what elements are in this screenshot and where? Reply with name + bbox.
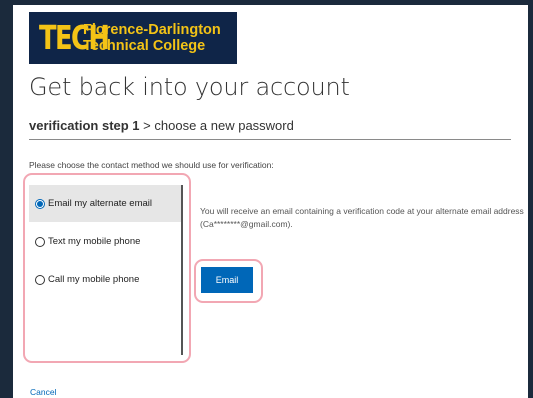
method-text-mobile[interactable]: Text my mobile phone [29,223,181,260]
step-breadcrumb: verification step 1 > choose a new passw… [29,118,294,133]
email-button[interactable]: Email [201,267,253,293]
logo-mark: TECH [39,18,110,57]
password-reset-panel: TECH Florence-Darlington Technical Colle… [13,5,528,398]
radio-unchecked-icon[interactable] [35,236,45,247]
method-label: Text my mobile phone [48,236,141,247]
college-logo: TECH Florence-Darlington Technical Colle… [29,12,237,64]
current-step: verification step 1 [29,118,140,133]
method-email-alternate[interactable]: Email my alternate email [29,185,181,222]
radio-unchecked-icon[interactable] [35,274,45,285]
page-title: Get back into your account [29,73,350,101]
radio-checked-icon[interactable] [35,198,45,209]
method-call-mobile[interactable]: Call my mobile phone [29,261,181,298]
verification-info: You will receive an email containing a v… [200,206,524,229]
contact-method-list: Email my alternate email Text my mobile … [29,185,183,355]
instruction-text: Please choose the contact method we shou… [29,160,274,170]
cancel-link[interactable]: Cancel [30,387,56,397]
step-separator: > [139,118,155,133]
method-label: Email my alternate email [48,198,153,209]
method-label: Call my mobile phone [48,274,140,285]
steps-divider [29,139,511,140]
next-step: choose a new password [154,118,294,133]
